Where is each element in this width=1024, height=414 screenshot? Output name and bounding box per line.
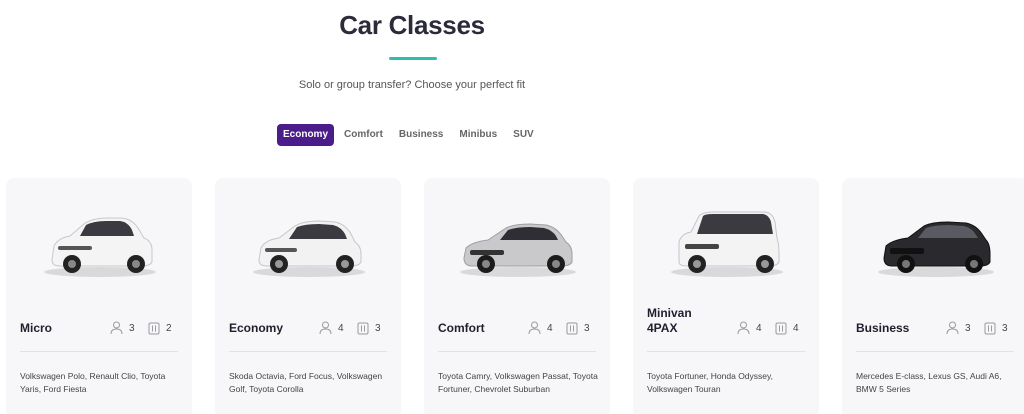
luggage-icon: [566, 322, 578, 335]
divider: [229, 351, 387, 352]
divider: [20, 351, 178, 352]
tab-business[interactable]: Business: [393, 124, 449, 146]
luggage-count: 2: [166, 322, 172, 334]
luggage-spec: 3: [357, 321, 381, 335]
page-title: Car Classes: [339, 10, 485, 40]
luggage-icon: [775, 322, 787, 335]
car-card-economy[interactable]: Economy 4 3 Skoda Octavia, Ford Focus, V…: [215, 178, 401, 414]
passenger-count: 4: [756, 322, 762, 334]
card-title: Economy: [229, 321, 284, 335]
car-card-comfort[interactable]: Comfort 4 3 Toyota Camry, Volkswagen Pas…: [424, 178, 610, 414]
car-image: [253, 220, 365, 277]
car-models: Toyota Camry, Volkswagen Passat, Toyota …: [438, 371, 598, 394]
car-card-minivan[interactable]: Minivan 4PAX 4 4 Toyota Fortuner, Honda …: [633, 178, 819, 414]
car-image: [460, 223, 576, 277]
tab-comfort[interactable]: Comfort: [338, 124, 389, 146]
luggage-icon: [148, 322, 160, 335]
car-models: Volkswagen Polo, Renault Clio, Toyota Ya…: [20, 371, 166, 394]
luggage-spec: 4: [775, 321, 799, 335]
card-title: Comfort: [438, 321, 485, 335]
luggage-spec: 3: [566, 321, 590, 335]
person-icon: [528, 321, 541, 335]
car-card-micro[interactable]: Micro 3 2 Volkswagen Polo, Renault Clio,…: [6, 178, 192, 414]
luggage-spec: 3: [984, 321, 1008, 335]
divider: [438, 351, 596, 352]
luggage-count: 3: [375, 322, 381, 334]
car-image: [671, 211, 783, 277]
card-title: Micro: [20, 321, 53, 335]
car-image: [44, 217, 156, 277]
person-icon: [946, 321, 959, 335]
passenger-spec: 4: [737, 321, 762, 335]
tab-suv[interactable]: SUV: [507, 124, 540, 146]
divider: [856, 351, 1014, 352]
luggage-count: 4: [793, 322, 799, 334]
page-subtitle: Solo or group transfer? Choose your perf…: [298, 79, 526, 91]
person-icon: [110, 321, 123, 335]
passenger-count: 4: [338, 322, 344, 334]
card-title: Minivan 4PAX: [647, 306, 692, 335]
title-underline: [389, 57, 437, 60]
car-models: Skoda Octavia, Ford Focus, Volkswagen Go…: [229, 371, 383, 394]
car-models: Toyota Fortuner, Honda Odyssey, Volkswag…: [647, 371, 773, 394]
luggage-count: 3: [584, 322, 590, 334]
card-title: Business: [856, 321, 910, 335]
car-card-business[interactable]: Business 3 3 Mercedes E-class, Lexus GS,…: [842, 178, 1024, 414]
passenger-spec: 4: [319, 321, 344, 335]
person-icon: [737, 321, 750, 335]
car-class-tabs: Economy Comfort Business Minibus SUV: [277, 124, 544, 146]
divider: [647, 351, 805, 352]
passenger-count: 3: [129, 322, 135, 334]
tab-economy[interactable]: Economy: [277, 124, 335, 146]
passenger-count: 4: [547, 322, 553, 334]
luggage-spec: 2: [148, 321, 172, 335]
tab-minibus[interactable]: Minibus: [453, 124, 503, 146]
luggage-count: 3: [1002, 322, 1008, 334]
passenger-count: 3: [965, 322, 971, 334]
car-models: Mercedes E-class, Lexus GS, Audi A6, BMW…: [856, 371, 1002, 394]
passenger-spec: 3: [110, 321, 135, 335]
person-icon: [319, 321, 332, 335]
luggage-icon: [984, 322, 996, 335]
passenger-spec: 3: [946, 321, 971, 335]
car-image: [878, 221, 994, 277]
luggage-icon: [357, 322, 369, 335]
passenger-spec: 4: [528, 321, 553, 335]
